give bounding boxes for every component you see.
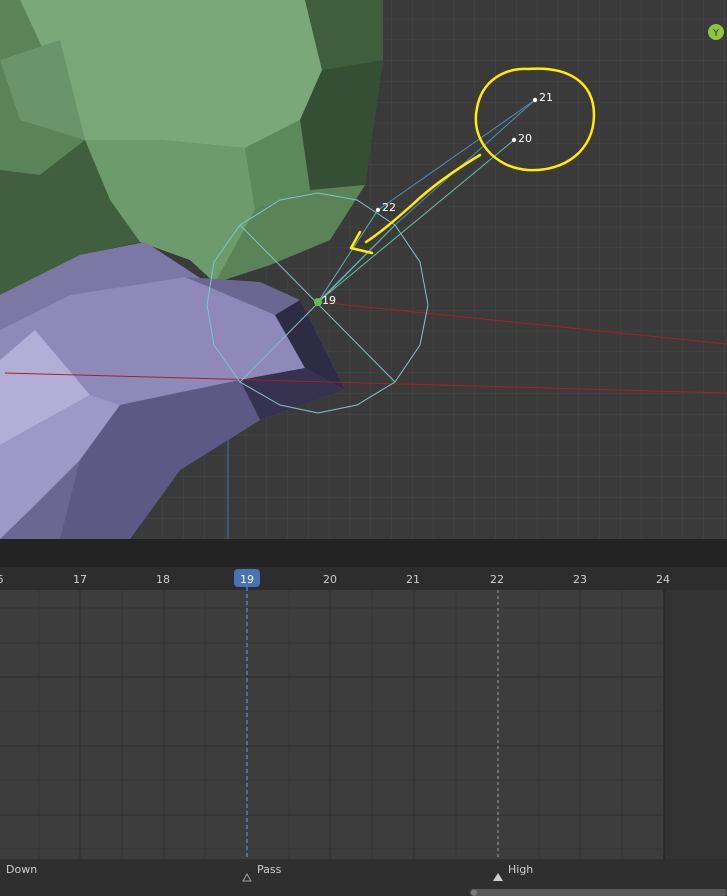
frame-tick: 6 (0, 573, 4, 586)
vertex-19[interactable] (314, 298, 322, 306)
timeline-canvas[interactable]: 6 17 18 20 21 22 23 24 19 Down Pass High (0, 567, 727, 896)
vertex-22[interactable] (375, 207, 381, 213)
vertex-20[interactable] (511, 137, 517, 143)
scrollbar-handle[interactable] (471, 889, 477, 896)
vertex-21[interactable] (532, 97, 538, 103)
editor-divider[interactable] (0, 539, 727, 567)
frame-tick: 21 (406, 573, 420, 586)
timeline-background (0, 567, 727, 896)
marker-label-high[interactable]: High (508, 863, 533, 876)
frame-tick: 24 (656, 573, 670, 586)
vertex-label-20: 20 (518, 132, 532, 145)
vertex-label-22: 22 (382, 201, 396, 214)
frame-tick: 18 (156, 573, 170, 586)
frame-tick: 17 (73, 573, 87, 586)
horizontal-scrollbar[interactable] (470, 889, 727, 896)
vertex-label-21: 21 (539, 91, 553, 104)
timeline-editor[interactable]: 6 17 18 20 21 22 23 24 19 Down Pass High (0, 567, 727, 896)
frame-ruler[interactable] (0, 567, 727, 590)
frame-tick: 23 (573, 573, 587, 586)
current-frame-number: 19 (240, 573, 254, 586)
out-of-range-region (664, 567, 727, 896)
marker-label-pass[interactable]: Pass (257, 863, 282, 876)
vertex-label-19: 19 (322, 294, 336, 307)
viewport-canvas[interactable]: 21 20 22 19 Y (0, 0, 727, 539)
frame-tick: 20 (323, 573, 337, 586)
marker-label-down[interactable]: Down (6, 863, 37, 876)
3d-viewport[interactable]: 21 20 22 19 Y (0, 0, 727, 539)
y-axis-gizmo-label: Y (712, 28, 720, 39)
frame-tick: 22 (490, 573, 504, 586)
